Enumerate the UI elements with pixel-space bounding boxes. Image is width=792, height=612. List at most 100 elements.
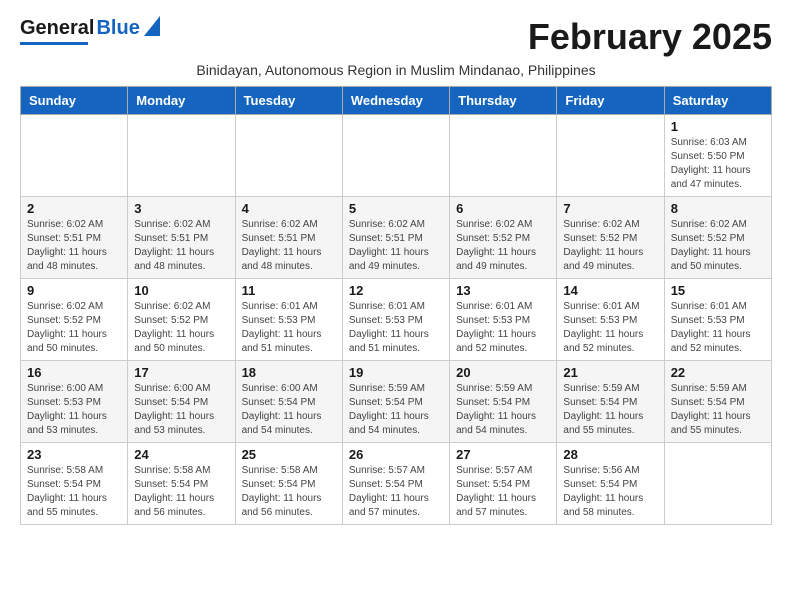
calendar-cell	[128, 115, 235, 197]
calendar-cell: 13 Sunrise: 6:01 AM Sunset: 5:53 PM Dayli…	[450, 279, 557, 361]
day-info: Sunrise: 5:58 AM Sunset: 5:54 PM Dayligh…	[242, 464, 336, 520]
day-info: Sunrise: 5:58 AM Sunset: 5:54 PM Dayligh…	[134, 464, 228, 520]
day-number: 11	[242, 283, 336, 298]
day-number: 25	[242, 447, 336, 462]
weekday-header-friday: Friday	[557, 87, 664, 115]
day-info: Sunrise: 6:01 AM Sunset: 5:53 PM Dayligh…	[456, 300, 550, 356]
weekday-header-thursday: Thursday	[450, 87, 557, 115]
day-number: 8	[671, 201, 765, 216]
day-number: 20	[456, 365, 550, 380]
calendar-week-row: 23 Sunrise: 5:58 AM Sunset: 5:54 PM Dayli…	[21, 443, 772, 525]
day-number: 15	[671, 283, 765, 298]
day-info: Sunrise: 5:59 AM Sunset: 5:54 PM Dayligh…	[563, 382, 657, 438]
calendar-cell: 27Sunrise: 5:57 AM Sunset: 5:54 PM Dayli…	[450, 443, 557, 525]
calendar-header-row: SundayMondayTuesdayWednesdayThursdayFrid…	[21, 87, 772, 115]
day-info: Sunrise: 6:00 AM Sunset: 5:54 PM Dayligh…	[134, 382, 228, 438]
calendar-cell	[21, 115, 128, 197]
day-number: 28	[563, 447, 657, 462]
logo-triangle-icon	[144, 16, 160, 41]
calendar-cell: 26 Sunrise: 5:57 AM Sunset: 5:54 PM Dayli…	[342, 443, 449, 525]
day-info: Sunrise: 6:02 AM Sunset: 5:52 PM Dayligh…	[456, 218, 550, 274]
day-info: Sunrise: 6:03 AM Sunset: 5:50 PM Dayligh…	[671, 136, 765, 192]
day-info: Sunrise: 5:56 AM Sunset: 5:54 PM Dayligh…	[563, 464, 657, 520]
calendar-cell: 19 Sunrise: 5:59 AM Sunset: 5:54 PM Dayli…	[342, 361, 449, 443]
day-info: Sunrise: 5:59 AM Sunset: 5:54 PM Dayligh…	[671, 382, 765, 438]
calendar-cell: 22 Sunrise: 5:59 AM Sunset: 5:54 PM Dayli…	[664, 361, 771, 443]
page: GeneralBlue February 2025 Binidayan, Aut…	[0, 0, 792, 541]
day-number: 10	[134, 283, 228, 298]
day-info: Sunrise: 5:59 AM Sunset: 5:54 PM Dayligh…	[456, 382, 550, 438]
calendar-week-row: 1 Sunrise: 6:03 AM Sunset: 5:50 PM Daylig…	[21, 115, 772, 197]
day-number: 22	[671, 365, 765, 380]
calendar-cell: 28 Sunrise: 5:56 AM Sunset: 5:54 PM Dayli…	[557, 443, 664, 525]
weekday-header-saturday: Saturday	[664, 87, 771, 115]
day-info: Sunrise: 6:02 AM Sunset: 5:52 PM Dayligh…	[563, 218, 657, 274]
day-number: 23	[27, 447, 121, 462]
calendar-week-row: 9 Sunrise: 6:02 AM Sunset: 5:52 PM Daylig…	[21, 279, 772, 361]
calendar-cell: 24Sunrise: 5:58 AM Sunset: 5:54 PM Dayli…	[128, 443, 235, 525]
day-info: Sunrise: 6:01 AM Sunset: 5:53 PM Dayligh…	[563, 300, 657, 356]
header: GeneralBlue February 2025	[20, 16, 772, 58]
day-number: 3	[134, 201, 228, 216]
weekday-header-wednesday: Wednesday	[342, 87, 449, 115]
calendar-week-row: 16 Sunrise: 6:00 AM Sunset: 5:53 PM Dayli…	[21, 361, 772, 443]
logo-underline	[20, 42, 88, 45]
day-info: Sunrise: 6:01 AM Sunset: 5:53 PM Dayligh…	[349, 300, 443, 356]
calendar-cell: 8 Sunrise: 6:02 AM Sunset: 5:52 PM Daylig…	[664, 197, 771, 279]
calendar-cell	[557, 115, 664, 197]
calendar-cell: 11 Sunrise: 6:01 AM Sunset: 5:53 PM Dayli…	[235, 279, 342, 361]
day-number: 17	[134, 365, 228, 380]
day-info: Sunrise: 5:59 AM Sunset: 5:54 PM Dayligh…	[349, 382, 443, 438]
day-info: Sunrise: 6:02 AM Sunset: 5:51 PM Dayligh…	[134, 218, 228, 274]
logo-blue-text: Blue	[96, 17, 139, 40]
day-number: 9	[27, 283, 121, 298]
day-number: 18	[242, 365, 336, 380]
calendar-cell: 14 Sunrise: 6:01 AM Sunset: 5:53 PM Dayli…	[557, 279, 664, 361]
calendar-cell: 2Sunrise: 6:02 AM Sunset: 5:51 PM Daylig…	[21, 197, 128, 279]
day-number: 7	[563, 201, 657, 216]
calendar-cell: 3 Sunrise: 6:02 AM Sunset: 5:51 PM Daylig…	[128, 197, 235, 279]
calendar-cell: 7 Sunrise: 6:02 AM Sunset: 5:52 PM Daylig…	[557, 197, 664, 279]
subtitle: Binidayan, Autonomous Region in Muslim M…	[20, 62, 772, 78]
day-number: 12	[349, 283, 443, 298]
calendar-table: SundayMondayTuesdayWednesdayThursdayFrid…	[20, 86, 772, 525]
day-number: 16	[27, 365, 121, 380]
weekday-header-sunday: Sunday	[21, 87, 128, 115]
calendar-cell: 1 Sunrise: 6:03 AM Sunset: 5:50 PM Daylig…	[664, 115, 771, 197]
calendar-cell: 20 Sunrise: 5:59 AM Sunset: 5:54 PM Dayli…	[450, 361, 557, 443]
day-number: 19	[349, 365, 443, 380]
day-number: 26	[349, 447, 443, 462]
day-info: Sunrise: 5:57 AM Sunset: 5:54 PM Dayligh…	[349, 464, 443, 520]
day-info: Sunrise: 6:02 AM Sunset: 5:51 PM Dayligh…	[242, 218, 336, 274]
day-number: 1	[671, 119, 765, 134]
day-number: 2	[27, 201, 121, 216]
day-info: Sunrise: 6:00 AM Sunset: 5:53 PM Dayligh…	[27, 382, 121, 438]
weekday-header-tuesday: Tuesday	[235, 87, 342, 115]
calendar-cell: 6 Sunrise: 6:02 AM Sunset: 5:52 PM Daylig…	[450, 197, 557, 279]
day-info: Sunrise: 6:02 AM Sunset: 5:51 PM Dayligh…	[349, 218, 443, 274]
weekday-header-monday: Monday	[128, 87, 235, 115]
day-info: Sunrise: 6:02 AM Sunset: 5:52 PM Dayligh…	[671, 218, 765, 274]
day-info: Sunrise: 6:02 AM Sunset: 5:52 PM Dayligh…	[134, 300, 228, 356]
day-number: 6	[456, 201, 550, 216]
day-info: Sunrise: 6:01 AM Sunset: 5:53 PM Dayligh…	[242, 300, 336, 356]
day-number: 5	[349, 201, 443, 216]
calendar-cell: 15 Sunrise: 6:01 AM Sunset: 5:53 PM Dayli…	[664, 279, 771, 361]
calendar-cell	[664, 443, 771, 525]
day-info: Sunrise: 6:01 AM Sunset: 5:53 PM Dayligh…	[671, 300, 765, 356]
day-number: 21	[563, 365, 657, 380]
day-number: 14	[563, 283, 657, 298]
day-number: 27	[456, 447, 550, 462]
day-info: Sunrise: 6:00 AM Sunset: 5:54 PM Dayligh…	[242, 382, 336, 438]
calendar-cell: 16 Sunrise: 6:00 AM Sunset: 5:53 PM Dayli…	[21, 361, 128, 443]
calendar-cell: 23Sunrise: 5:58 AM Sunset: 5:54 PM Dayli…	[21, 443, 128, 525]
day-number: 13	[456, 283, 550, 298]
calendar-cell: 18 Sunrise: 6:00 AM Sunset: 5:54 PM Dayli…	[235, 361, 342, 443]
calendar-cell: 17 Sunrise: 6:00 AM Sunset: 5:54 PM Dayli…	[128, 361, 235, 443]
calendar-cell: 21 Sunrise: 5:59 AM Sunset: 5:54 PM Dayli…	[557, 361, 664, 443]
calendar-cell: 25 Sunrise: 5:58 AM Sunset: 5:54 PM Dayli…	[235, 443, 342, 525]
calendar-cell: 4Sunrise: 6:02 AM Sunset: 5:51 PM Daylig…	[235, 197, 342, 279]
calendar-cell	[450, 115, 557, 197]
calendar-cell: 9Sunrise: 6:02 AM Sunset: 5:52 PM Daylig…	[21, 279, 128, 361]
logo-general-text: General	[20, 17, 94, 40]
